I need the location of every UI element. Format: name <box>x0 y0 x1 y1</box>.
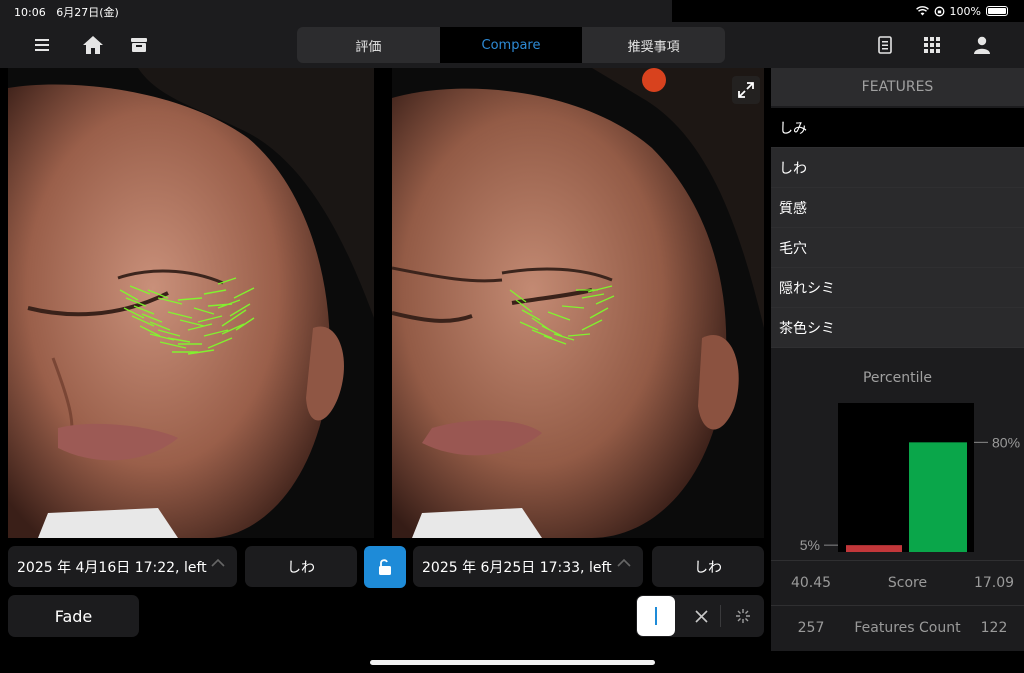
feature-item-brown-spots[interactable]: 茶色シミ <box>771 308 1024 348</box>
user-icon[interactable] <box>969 32 995 58</box>
cross-mode-button[interactable] <box>686 595 716 637</box>
sparkle-icon <box>736 609 750 623</box>
features-header: FEATURES <box>771 68 1024 106</box>
feature-item-pores[interactable]: 毛穴 <box>771 228 1024 268</box>
percentile-chart: 5% 80% <box>800 403 1020 553</box>
percentile-tick-label: 80% <box>992 434 1020 450</box>
archive-box-icon[interactable] <box>126 32 152 58</box>
expand-icon <box>738 82 754 98</box>
right-feature-label: しわ <box>694 559 722 576</box>
features-count-right-value: 122 <box>980 620 1008 636</box>
percentile-title: Percentile <box>862 370 933 386</box>
document-icon[interactable] <box>872 32 898 58</box>
left-date-label: 2025 年 4月16日 17:22, left <box>17 559 207 576</box>
percentile-tick-label: 5% <box>800 537 820 553</box>
sync-lock-button[interactable] <box>364 546 406 588</box>
split-line-icon <box>655 607 657 625</box>
score-right-value: 17.09 <box>973 575 1015 591</box>
right-feature-button[interactable]: しわ <box>652 546 764 587</box>
battery-icon <box>986 6 1008 16</box>
status-time: 10:06 <box>14 6 46 19</box>
feature-item-hidden-spots[interactable]: 隠れシミ <box>771 268 1024 308</box>
left-date-selector[interactable]: 2025 年 4月16日 17:22, left <box>8 546 237 587</box>
features-list: しみ しわ 質感 毛穴 隠れシミ 茶色シミ <box>771 108 1024 358</box>
feature-item-label: 質感 <box>779 200 807 217</box>
split-mode-button[interactable] <box>637 596 675 636</box>
status-left: 10:06 6月27日(金) <box>0 0 672 22</box>
left-feature-label: しわ <box>287 559 315 576</box>
features-count-row: 257 Features Count 122 <box>771 605 1024 650</box>
tab-compare[interactable]: Compare <box>439 27 583 63</box>
chevron-up-icon <box>211 558 225 567</box>
feature-item-label: 茶色シミ <box>779 320 835 337</box>
view-mode-group <box>636 595 764 637</box>
tab-evaluation[interactable]: 評価 <box>297 27 440 63</box>
left-feature-button[interactable]: しわ <box>245 546 357 587</box>
left-face-image <box>8 68 374 538</box>
grid-icon[interactable] <box>919 32 945 58</box>
close-icon <box>694 609 708 623</box>
radial-mode-button[interactable] <box>728 595 758 637</box>
score-left-value: 40.45 <box>790 575 832 591</box>
status-date: 6月27日(金) <box>56 6 119 19</box>
feature-item-spots[interactable]: しみ <box>771 108 1024 148</box>
feature-item-label: しみ <box>779 120 807 137</box>
score-row: 40.45 Score 17.09 <box>771 560 1024 605</box>
tab-recommendations[interactable]: 推奨事項 <box>582 27 725 63</box>
right-date-selector[interactable]: 2025 年 6月25日 17:33, left <box>413 546 643 587</box>
wifi-icon <box>915 6 929 16</box>
orientation-lock-icon <box>934 6 944 16</box>
status-bar: 10:06 6月27日(金) 100% <box>0 0 1024 22</box>
mode-divider <box>720 605 721 627</box>
feature-item-label: 隠れシミ <box>779 280 835 297</box>
status-right: 100% <box>672 0 1024 22</box>
fade-button[interactable]: Fade <box>8 595 139 637</box>
chevron-up-icon <box>617 558 631 567</box>
battery-percent: 100% <box>949 4 981 18</box>
right-date-label: 2025 年 6月25日 17:33, left <box>422 559 612 576</box>
view-segmented-control: 評価 Compare 推奨事項 <box>297 27 725 63</box>
home-icon[interactable] <box>80 32 106 58</box>
percentile-bar <box>846 545 902 552</box>
feature-item-texture[interactable]: 質感 <box>771 188 1024 228</box>
right-face-photo[interactable] <box>392 68 764 538</box>
features-count-left-value: 257 <box>797 620 825 636</box>
menu-icon[interactable] <box>29 32 55 58</box>
features-sidebar: FEATURES しみ しわ 質感 毛穴 隠れシミ 茶色シミ Percentil… <box>771 68 1024 651</box>
feature-item-label: 毛穴 <box>779 240 807 257</box>
fullscreen-button[interactable] <box>732 76 760 104</box>
home-indicator[interactable] <box>370 660 655 665</box>
feature-item-wrinkles[interactable]: しわ <box>771 148 1024 188</box>
left-face-photo[interactable] <box>8 68 374 538</box>
score-label: Score <box>887 575 928 591</box>
feature-item-label: しわ <box>779 160 807 177</box>
features-count-label: Features Count <box>854 620 961 636</box>
right-face-image <box>392 68 764 538</box>
unlock-icon <box>379 559 391 575</box>
percentile-bar <box>909 442 967 552</box>
fade-label: Fade <box>54 606 93 626</box>
